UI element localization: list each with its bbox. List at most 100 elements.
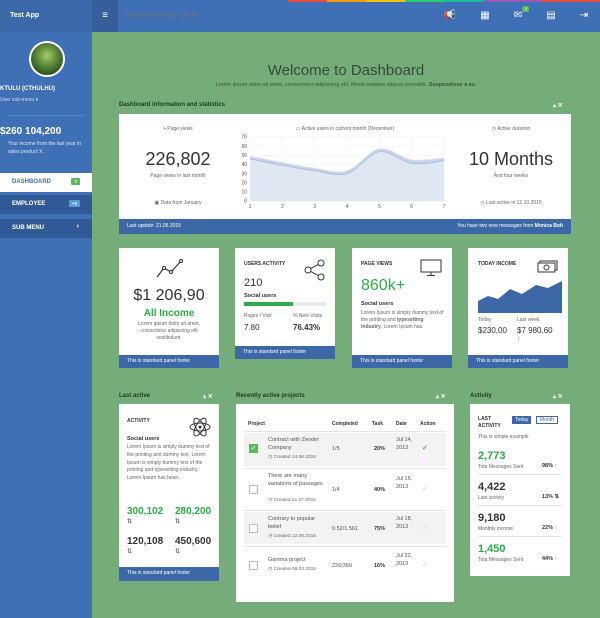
y-tick-label: 70 [241, 135, 247, 141]
panel-controls[interactable]: ▴ ✕ [553, 393, 563, 400]
project-name: Gamma project [268, 557, 306, 563]
collapse-icon[interactable]: ▴ [203, 394, 206, 400]
duration-note-text: Last active in 12.10.2015 [486, 200, 542, 206]
last-active-footer: This is standard panel footer [119, 567, 219, 581]
exit-icon[interactable]: ⇥ [577, 9, 591, 23]
sidebar-item-label: DASHBOARD [12, 179, 51, 185]
users-col1: Pages / Visit [244, 313, 272, 319]
project-created: ◷ Created 06.03.2015 [268, 567, 316, 572]
color-strip [210, 0, 600, 2]
income-label: All Income [143, 308, 195, 319]
close-icon[interactable]: ✕ [558, 103, 563, 109]
views-desc-post: . Lorem Ipsum has. [380, 324, 424, 330]
table-divider [244, 468, 446, 469]
activity-pct-text: 44% [542, 556, 554, 562]
menu-toggle-icon[interactable]: ≡ [92, 0, 118, 32]
sidebar-item-dashboard[interactable]: DASHBOARD 7 [0, 173, 92, 192]
sort-icon: ⇅ [554, 494, 560, 500]
stat-2-icon: ⇅ [175, 519, 181, 525]
project-task: 75% [374, 526, 386, 532]
close-icon[interactable]: ✕ [558, 394, 563, 400]
tab-today[interactable]: Today [512, 416, 532, 424]
panel-controls[interactable]: ▴ ✕ [436, 393, 446, 400]
app-title[interactable]: Test App [0, 0, 92, 32]
today-v2: $7 980,60 [517, 326, 553, 335]
page-subtitle: Lorem ipsum dolor sit amet, consectetur … [92, 82, 600, 88]
mail-badge: 4 [522, 6, 529, 12]
activity-pct-text: 22% [542, 525, 554, 531]
up-arrow-icon: ↑ [554, 525, 558, 531]
up-arrow-icon: ↑ [554, 463, 558, 469]
today-v1: $230,00 [478, 326, 507, 335]
project-task: 40% [374, 487, 386, 493]
close-icon[interactable]: ✕ [208, 394, 213, 400]
today-title: TODAY INCOME [478, 261, 517, 267]
document-icon[interactable]: ▤ [544, 9, 558, 23]
project-created-text: Created 06.03.2015 [273, 567, 316, 572]
y-tick-label: 0 [244, 199, 247, 205]
subtitle-text: Lorem ipsum dolor sit amet, consectetur … [215, 82, 428, 88]
activity-pct: 13% ⇅ [542, 494, 559, 500]
projects-title: Recently active projects [236, 393, 305, 399]
duration-desc: And four weeks [493, 173, 529, 179]
clock-icon: ◷ [268, 498, 273, 503]
collapse-icon[interactable]: ▴ [436, 394, 439, 400]
stat-4-icon: ⇅ [175, 549, 181, 555]
x-tick-label: 4 [346, 204, 349, 210]
caret-down-icon: ▾ [35, 97, 39, 103]
last-active-title: Last active [119, 393, 151, 399]
sidebar-income-desc: Your income from the last year in sales … [8, 141, 81, 155]
income-footer: This is standard panel footer [119, 355, 219, 368]
users-col2: % New Visits [293, 313, 323, 319]
last-active-desc: Lorem Ipsum is simply dummy text of the … [127, 444, 210, 482]
users-footer: This is standard panel footer [235, 346, 335, 359]
check-icon[interactable]: ✔ [422, 561, 428, 569]
row-checkbox[interactable] [249, 524, 258, 533]
active-users-chart: 0 10 20 30 40 50 60 70 1 2 3 4 5 6 7 [241, 135, 445, 210]
search-input[interactable] [124, 9, 324, 23]
check-icon[interactable]: ✔ [422, 524, 428, 532]
users-label: Social users [244, 293, 277, 299]
sidebar-item-submenu[interactable]: SUB MENU ‹ [0, 219, 92, 238]
check-icon[interactable]: ✔ [422, 485, 428, 493]
chevron-left-icon: ‹ [76, 223, 79, 230]
row-checkbox[interactable]: ✓ [249, 444, 258, 453]
row-checkbox[interactable] [249, 485, 258, 494]
page-views-label: ϟ Page views [119, 126, 237, 132]
panel-controls[interactable]: ▴ ✕ [203, 393, 213, 400]
mail-icon[interactable]: ✉ 4 [511, 6, 529, 23]
collapse-icon[interactable]: ▴ [553, 103, 556, 109]
last-active-label: Social users [127, 436, 160, 442]
today-footer: This is standard panel footer [468, 355, 568, 368]
today-col2: Last week [517, 317, 540, 323]
user-submenu[interactable]: User sub-menu ▾ [0, 97, 92, 103]
collapse-icon[interactable]: ▴ [553, 394, 556, 400]
row-checkbox[interactable] [249, 561, 258, 570]
megaphone-icon[interactable]: 📢 [443, 9, 457, 23]
page-views-note-text: Data from January [160, 200, 202, 206]
grid-icon[interactable]: ▦ [478, 9, 492, 23]
y-tick-label: 40 [241, 162, 247, 168]
avatar[interactable] [29, 41, 65, 77]
project-date: Jul 16, 2013 [396, 476, 413, 490]
x-tick-label: 1 [249, 204, 252, 210]
calendar-icon: ▣ [154, 200, 160, 206]
money-icon [537, 260, 558, 273]
check-icon[interactable]: ✔ [422, 444, 428, 452]
x-tick-label: 2 [281, 204, 284, 210]
message-sender-link[interactable]: Monica Bolt [535, 223, 563, 229]
views-label: Social users [361, 301, 394, 307]
activity-pct: 44% ↑ [542, 556, 557, 562]
users-progress-fill [244, 302, 294, 306]
today-income-chart [478, 281, 562, 313]
close-icon[interactable]: ✕ [441, 394, 446, 400]
table-divider [244, 431, 446, 432]
panel-controls[interactable]: ▴ ✕ [553, 102, 563, 109]
stats-panel-title: Dashboard information and statistics [119, 102, 226, 108]
stat-1-icon: ⇅ [127, 519, 133, 525]
project-task: 20% [374, 446, 386, 452]
views-value: 860k+ [361, 277, 406, 294]
sidebar-item-employee[interactable]: EMPLOYEE +2 [0, 195, 92, 214]
tab-month[interactable]: Month [536, 416, 558, 424]
views-footer: This is standard panel footer [352, 355, 452, 368]
